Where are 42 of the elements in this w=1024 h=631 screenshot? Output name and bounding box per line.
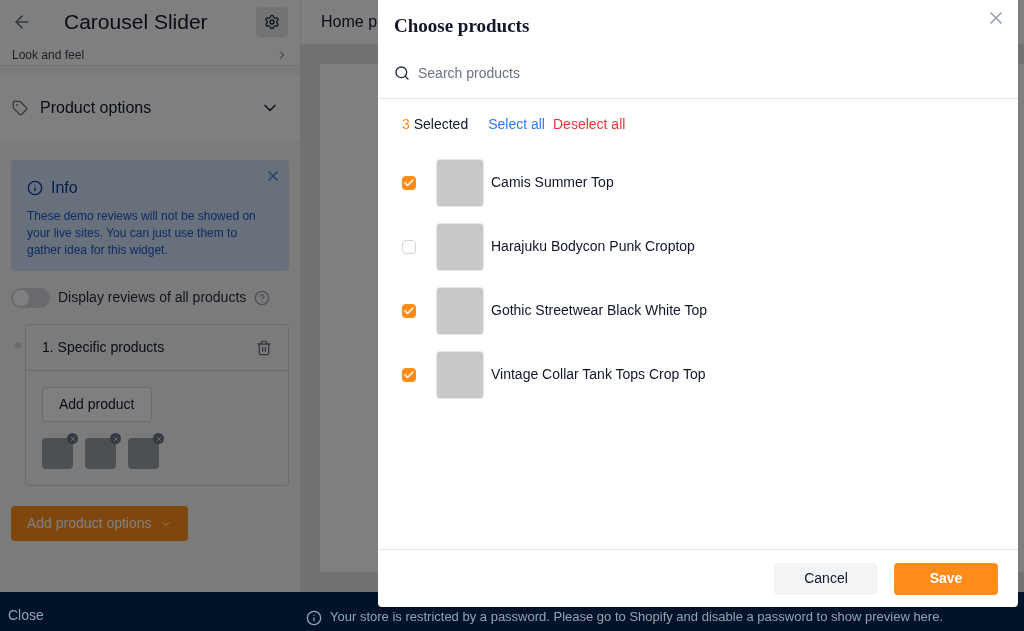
close-link[interactable]: Close — [8, 605, 298, 626]
section-header[interactable]: Look and feel — [0, 44, 300, 66]
checkbox[interactable] — [402, 303, 416, 318]
product-name[interactable]: Camis Summer Top — [491, 172, 614, 193]
help-icon[interactable] — [254, 289, 271, 306]
status-message: Your store is restricted by a password. Please go to Shopify and disable a password to show preview here. — [330, 607, 944, 626]
product-photo — [436, 222, 484, 271]
product-name[interactable]: Harajuku Bodycon Punk Croptop — [491, 236, 695, 257]
trash-icon[interactable] — [256, 339, 272, 356]
info-title: Info — [51, 178, 78, 198]
select-all-link[interactable]: Select all — [488, 114, 545, 135]
product-name[interactable]: Gothic Streetwear Black White Top — [491, 300, 708, 321]
selected-count: 3 Selected — [402, 115, 469, 134]
checkbox[interactable] — [402, 367, 416, 382]
search-field[interactable]: Search products — [418, 62, 1002, 84]
preview-tab[interactable]: Home p — [321, 10, 378, 34]
product-thumbnail — [128, 438, 159, 469]
editor-title: Carousel Slider — [64, 9, 209, 36]
product-thumbnail — [42, 438, 73, 469]
dialog-title: Choose products — [394, 14, 531, 38]
product-thumbnail — [85, 438, 116, 469]
product-photo — [436, 350, 484, 399]
product-photo — [436, 158, 484, 207]
checkbox[interactable] — [402, 175, 416, 190]
option-title: 1. Specific products — [42, 338, 166, 357]
cancel-button[interactable]: Cancel — [774, 562, 878, 595]
product-name[interactable]: Vintage Collar Tank Tops Crop Top — [491, 364, 706, 385]
deselect-all-link[interactable]: Deselect all — [553, 114, 626, 135]
gear-icon — [264, 14, 280, 30]
tag-icon — [12, 100, 28, 116]
product-photo — [436, 286, 484, 335]
remove-icon[interactable] — [110, 433, 121, 444]
settings-button[interactable] — [256, 7, 288, 37]
remove-icon[interactable] — [67, 433, 78, 444]
info-text: These demo reviews will not be showed on your live sites. You can just use them to gather idea for this widget. — [27, 208, 257, 259]
search-icon — [394, 65, 410, 81]
info-icon — [306, 610, 322, 626]
toggle-label: Display reviews of all products — [58, 288, 247, 307]
remove-icon[interactable] — [153, 433, 164, 444]
info-icon — [27, 180, 43, 196]
add-product-button[interactable]: Add product — [42, 387, 152, 422]
checkbox[interactable] — [402, 239, 416, 254]
